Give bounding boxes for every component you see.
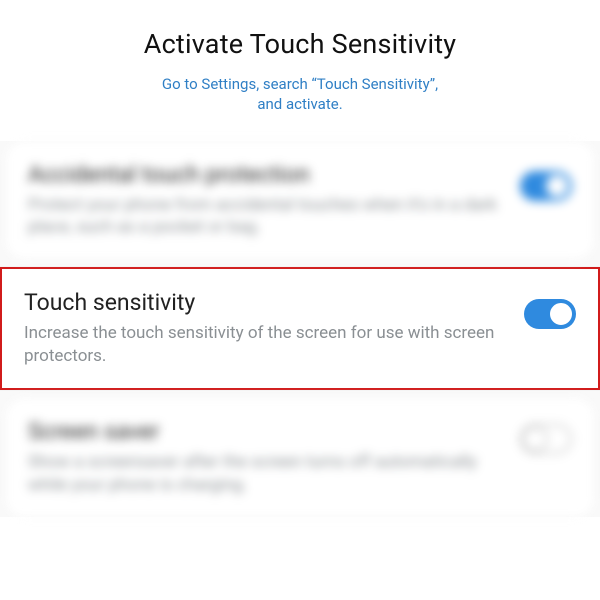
setting-title: Accidental touch protection bbox=[28, 161, 502, 188]
subtitle-line-1: Go to Settings, search “Touch Sensitivit… bbox=[162, 75, 438, 93]
page-subtitle: Go to Settings, search “Touch Sensitivit… bbox=[20, 74, 580, 115]
instruction-header: Activate Touch Sensitivity Go to Setting… bbox=[0, 0, 600, 127]
toggle-knob-icon bbox=[548, 301, 574, 327]
setting-row-accidental-touch[interactable]: Accidental touch protection Protect your… bbox=[6, 141, 594, 260]
setting-description: Increase the touch sensitivity of the sc… bbox=[24, 322, 506, 368]
toggle-knob-icon bbox=[522, 426, 548, 452]
setting-row-text: Touch sensitivity Increase the touch sen… bbox=[24, 289, 506, 368]
page-title: Activate Touch Sensitivity bbox=[20, 28, 580, 60]
settings-list: Accidental touch protection Protect your… bbox=[0, 141, 600, 518]
setting-row-text: Accidental touch protection Protect your… bbox=[28, 161, 502, 240]
setting-row-text: Screen saver Show a screensaver after th… bbox=[28, 418, 502, 497]
toggle-touch-sensitivity[interactable] bbox=[524, 299, 576, 329]
setting-title: Screen saver bbox=[28, 418, 502, 445]
setting-title: Touch sensitivity bbox=[24, 289, 506, 316]
toggle-knob-icon bbox=[544, 173, 570, 199]
subtitle-line-2: and activate. bbox=[257, 95, 342, 113]
setting-description: Show a screensaver after the screen turn… bbox=[28, 451, 502, 497]
setting-row-touch-sensitivity[interactable]: Touch sensitivity Increase the touch sen… bbox=[0, 267, 600, 390]
toggle-accidental-touch[interactable] bbox=[520, 171, 572, 201]
setting-row-screen-saver[interactable]: Screen saver Show a screensaver after th… bbox=[6, 398, 594, 517]
setting-description: Protect your phone from accidental touch… bbox=[28, 194, 502, 240]
toggle-screen-saver[interactable] bbox=[520, 424, 572, 454]
